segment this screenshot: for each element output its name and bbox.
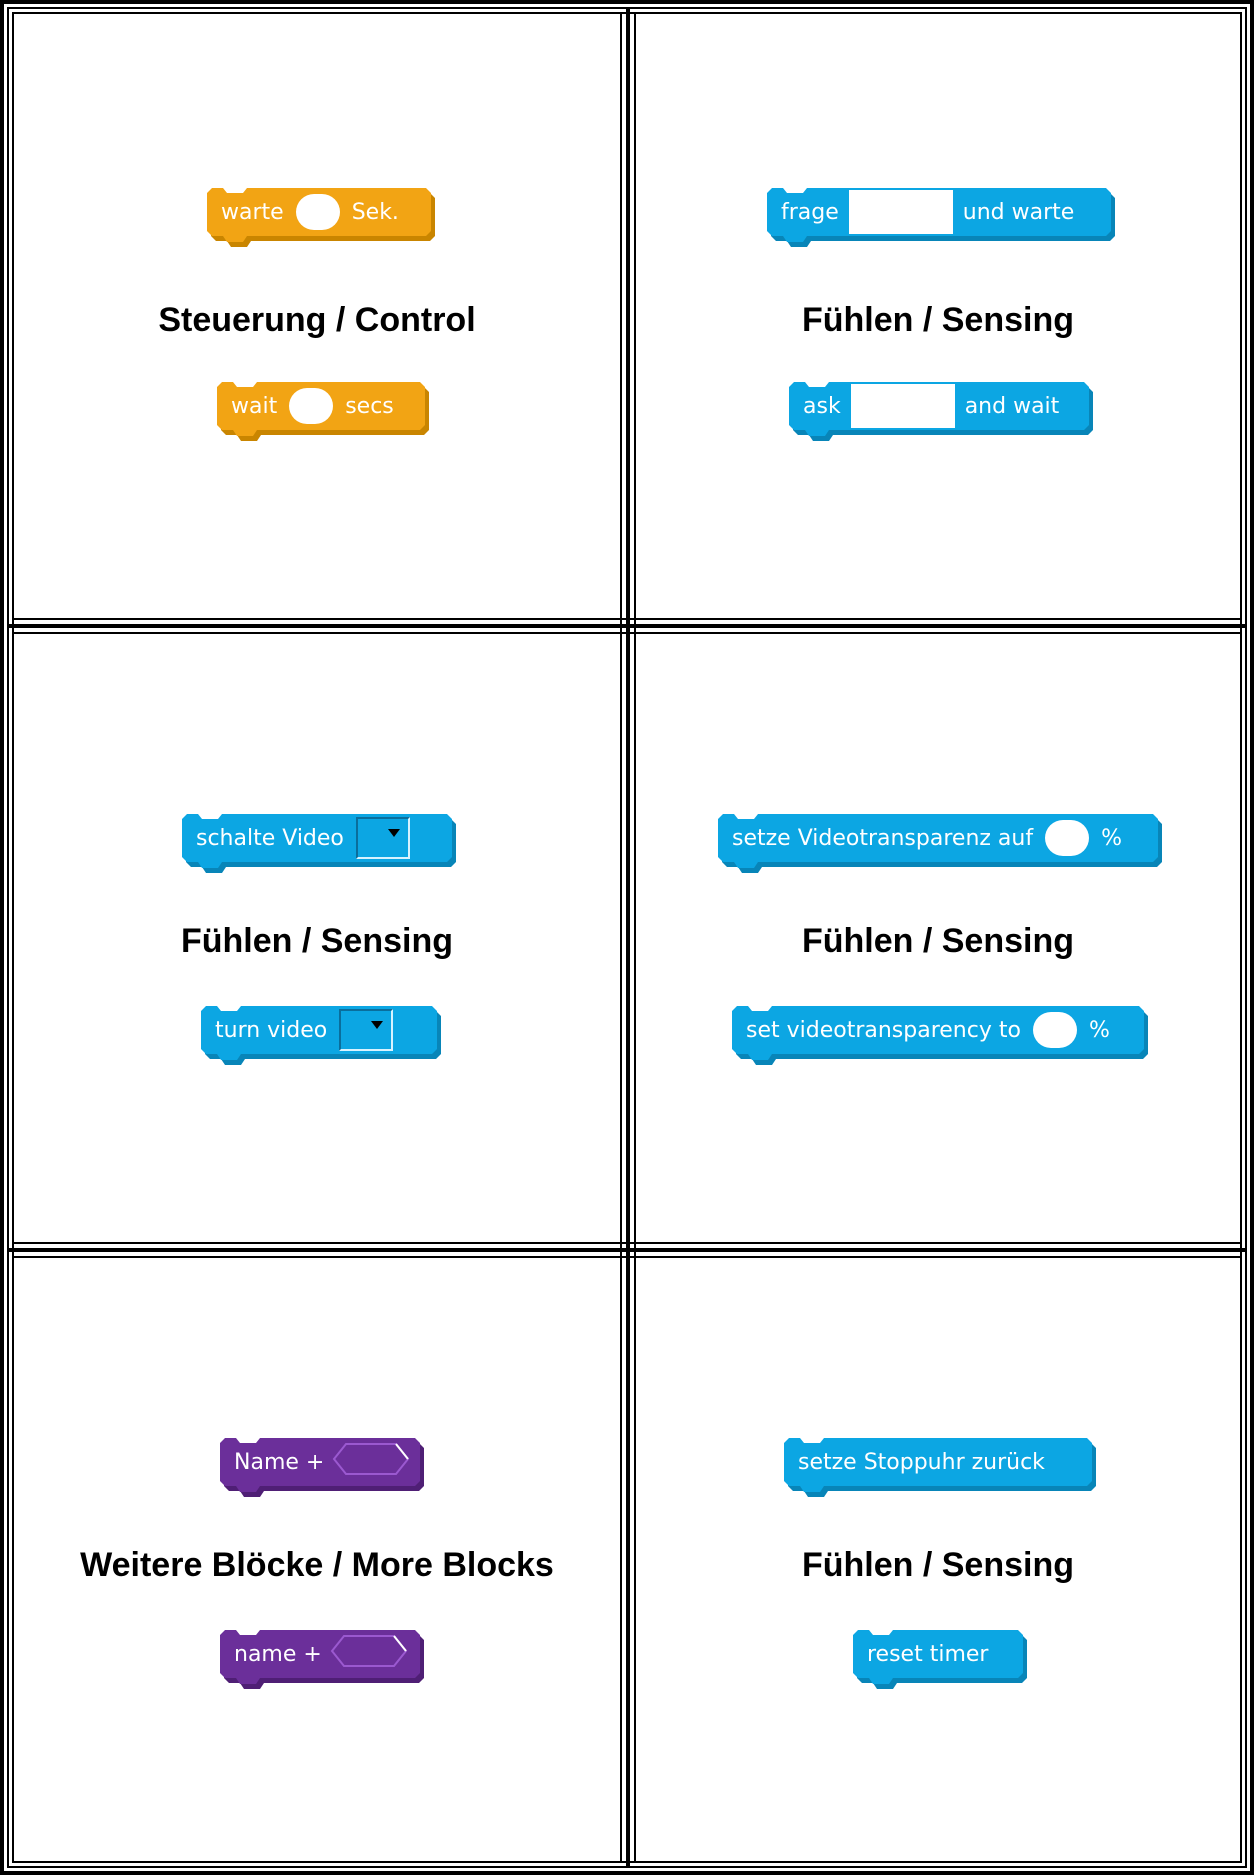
number-input-slot[interactable] — [1045, 820, 1090, 856]
category-heading: Fühlen / Sensing — [801, 1546, 1075, 1584]
card-sensing-ask: frage und warte Fühlen / Sensing ask and… — [636, 14, 1240, 618]
block-text: and wait — [964, 393, 1060, 419]
number-input-slot[interactable] — [289, 388, 334, 424]
block-text: und warte — [962, 199, 1075, 225]
boolean-input-slot[interactable] — [330, 1634, 408, 1674]
dropdown-slot[interactable] — [339, 1009, 394, 1051]
card-more-blocks: Name + Weitere Blöcke / More Blocks name… — [14, 1258, 620, 1861]
block-text: % — [1101, 825, 1122, 851]
block-set-videotransparency[interactable]: set videotransparency to % — [732, 1006, 1148, 1066]
block-text: Sek. — [351, 199, 399, 225]
block-text: reset timer — [867, 1641, 989, 1667]
card-sensing-video: schalte Video Fühlen / Sensing turn vide… — [14, 634, 620, 1242]
block-text: set videotransparency to — [746, 1017, 1021, 1043]
block-text: % — [1088, 1017, 1110, 1043]
number-input-slot[interactable] — [1032, 1012, 1077, 1048]
text-input-slot[interactable] — [848, 190, 953, 234]
boolean-input-slot[interactable] — [332, 1442, 410, 1482]
block-warte-sek[interactable]: warte Sek. — [207, 188, 435, 248]
block-frage-und-warte[interactable]: frage und warte — [767, 188, 1115, 248]
block-schalte-video[interactable]: schalte Video — [182, 814, 456, 874]
category-heading: Weitere Blöcke / More Blocks — [80, 1546, 554, 1584]
block-text: setze Videotransparenz auf — [732, 825, 1034, 851]
block-name-plus-de[interactable]: Name + — [220, 1438, 424, 1498]
category-heading: Fühlen / Sensing — [801, 301, 1075, 339]
block-text: name + — [234, 1641, 322, 1667]
block-wait-secs[interactable]: wait secs — [217, 382, 429, 442]
block-reset-timer[interactable]: reset timer — [853, 1630, 1027, 1690]
block-name-plus-en[interactable]: name + — [220, 1630, 424, 1690]
category-heading: Steuerung / Control — [158, 301, 476, 339]
dropdown-arrow-icon — [387, 829, 400, 837]
block-text: frage — [781, 199, 839, 225]
dropdown-slot[interactable] — [355, 817, 410, 859]
block-text: warte — [221, 199, 284, 225]
block-setze-stoppuhr-zurueck[interactable]: setze Stoppuhr zurück — [784, 1438, 1096, 1498]
block-ask-and-wait[interactable]: ask and wait — [789, 382, 1093, 442]
card-sensing-transparency: setze Videotransparenz auf % Fühlen / Se… — [636, 634, 1240, 1242]
dropdown-arrow-icon — [371, 1021, 384, 1029]
text-input-slot[interactable] — [850, 384, 955, 428]
block-text: Name + — [234, 1449, 325, 1475]
block-text: secs — [345, 393, 394, 419]
number-input-slot[interactable] — [295, 194, 340, 230]
card-control: warte Sek. Steuerung / Control wait secs — [14, 14, 620, 618]
block-text: ask — [803, 393, 841, 419]
card-sensing-timer: setze Stoppuhr zurück Fühlen / Sensing r… — [636, 1258, 1240, 1861]
card-sheet: warte Sek. Steuerung / Control wait secs… — [0, 0, 1254, 1875]
block-text: wait — [231, 393, 278, 419]
category-heading: Fühlen / Sensing — [180, 922, 454, 960]
block-text: turn video — [215, 1017, 328, 1043]
block-turn-video[interactable]: turn video — [201, 1006, 441, 1066]
category-heading: Fühlen / Sensing — [801, 922, 1075, 960]
block-setze-videotransparenz[interactable]: setze Videotransparenz auf % — [718, 814, 1162, 874]
block-text: setze Stoppuhr zurück — [798, 1449, 1045, 1475]
block-text: schalte Video — [196, 825, 344, 851]
